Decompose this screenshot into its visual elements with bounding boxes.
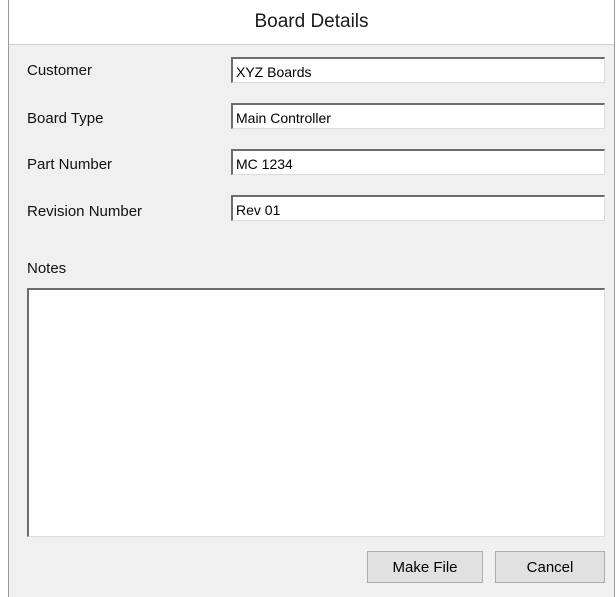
part-number-label: Part Number — [27, 156, 113, 173]
board-details-dialog: Board Details Customer Board Type Part N… — [8, 0, 615, 597]
customer-input[interactable] — [231, 57, 605, 83]
notes-textarea[interactable] — [27, 288, 605, 537]
revision-number-input[interactable] — [231, 195, 605, 221]
dialog-title: Board Details — [9, 0, 614, 45]
notes-label: Notes — [27, 260, 67, 277]
make-file-button[interactable]: Make File — [367, 551, 483, 583]
board-type-label: Board Type — [27, 110, 104, 127]
cancel-button[interactable]: Cancel — [495, 551, 605, 583]
part-number-input[interactable] — [231, 149, 605, 175]
board-type-input[interactable] — [231, 103, 605, 129]
customer-label: Customer — [27, 62, 93, 79]
revision-number-label: Revision Number — [27, 203, 143, 220]
